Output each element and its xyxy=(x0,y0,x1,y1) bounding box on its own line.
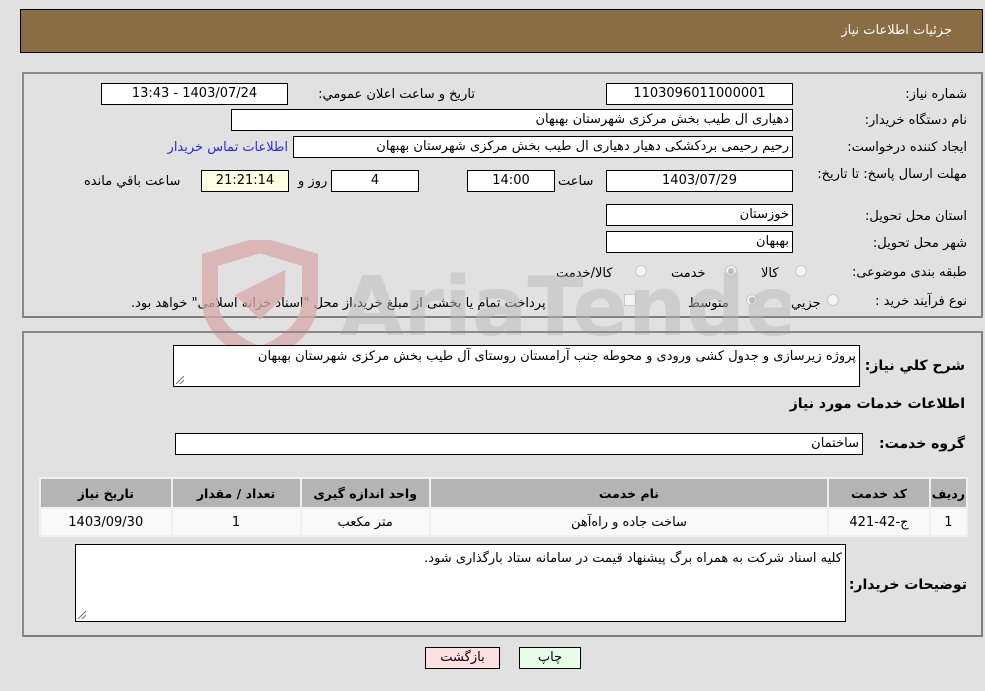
cell-unit: متر مکعب xyxy=(301,509,429,535)
col-header-quantity: تعداد / مقدار xyxy=(172,479,300,507)
cell-quantity: 1 xyxy=(172,509,300,535)
remaining-time-field: 21:21:14 xyxy=(201,170,289,192)
summary-textarea[interactable]: پروژه زیرسازی و جدول کشی ورودی و محوطه ج… xyxy=(173,345,860,387)
category-goods-label: کالا xyxy=(761,266,779,281)
requester-label: ایجاد کننده درخواست: xyxy=(847,140,967,155)
summary-text: پروژه زیرسازی و جدول کشی ورودی و محوطه ج… xyxy=(257,349,856,364)
col-header-row-num: ردیف xyxy=(930,479,966,507)
announce-datetime-field: 1403/07/24 - 13:43 xyxy=(101,83,288,105)
category-service-radio[interactable] xyxy=(725,265,737,277)
page-header: جزئیات اطلاعات نیاز xyxy=(20,9,983,53)
city-label: شهر محل تحویل: xyxy=(872,236,967,251)
service-group-label: گروه خدمت: xyxy=(879,436,965,452)
cell-need-date: 1403/09/30 xyxy=(41,509,171,535)
category-service-label: خدمت xyxy=(671,266,706,281)
process-medium-radio[interactable] xyxy=(746,294,758,306)
buyer-notes-textarea[interactable]: کلیه اسناد شرکت به همراه برگ پیشنهاد قیم… xyxy=(75,544,846,622)
buyer-notes-label: توضیحات خریدار: xyxy=(848,577,967,593)
services-table: ردیف کد خدمت نام خدمت واحد اندازه گیری ت… xyxy=(39,477,968,537)
summary-label: شرح کلي نیاز: xyxy=(864,358,965,374)
col-header-unit: واحد اندازه گیری xyxy=(301,479,429,507)
category-goods-service-radio[interactable] xyxy=(635,265,647,277)
process-label: نوع فرآیند خرید : xyxy=(875,294,967,309)
category-goods-service-label: کالا/خدمت xyxy=(556,266,613,281)
deadline-label: مهلت ارسال پاسخ: تا تاریخ: xyxy=(817,167,967,182)
buyer-org-field: دهیاری ال طیب بخش مرکزی شهرستان بهبهان xyxy=(231,109,793,131)
buyer-org-label: نام دستگاه خریدار: xyxy=(864,113,967,128)
treasury-checkbox[interactable] xyxy=(624,294,636,306)
deadline-time-field: 14:00 xyxy=(467,170,555,192)
table-header-row: ردیف کد خدمت نام خدمت واحد اندازه گیری ت… xyxy=(41,479,966,507)
process-minor-radio[interactable] xyxy=(827,294,839,306)
remaining-label: ساعت باقي مانده xyxy=(84,174,181,189)
page-title: جزئیات اطلاعات نیاز xyxy=(841,23,952,38)
city-field: بهبهان xyxy=(606,231,793,253)
cell-service-code: ج-42-421 xyxy=(829,509,929,535)
cell-row-num: 1 xyxy=(930,509,966,535)
resize-grip-icon[interactable] xyxy=(176,376,184,384)
need-number-field: 1103096011000001 xyxy=(606,83,793,105)
category-goods-radio[interactable] xyxy=(795,265,807,277)
buyer-contact-link[interactable]: اطلاعات تماس خریدار xyxy=(168,140,288,155)
announce-datetime-label: تاریخ و ساعت اعلان عمومي: xyxy=(318,87,475,102)
cell-service-name: ساخت جاده و راه‌آهن xyxy=(430,509,828,535)
treasury-note: پرداخت تمام یا بخشی از مبلغ خرید،از محل … xyxy=(131,296,546,311)
print-button[interactable]: چاپ xyxy=(519,647,581,669)
buyer-notes-text: کلیه اسناد شرکت به همراه برگ پیشنهاد قیم… xyxy=(424,551,842,566)
province-label: استان محل تحویل: xyxy=(865,209,967,224)
deadline-time-label: ساعت xyxy=(558,174,594,189)
col-header-need-date: تاریخ نیاز xyxy=(41,479,171,507)
resize-grip-icon[interactable] xyxy=(78,611,86,619)
process-medium-label: متوسط xyxy=(688,296,729,311)
category-label: طبقه بندی موضوعی: xyxy=(851,265,967,280)
col-header-service-name: نام خدمت xyxy=(430,479,828,507)
service-group-field: ساختمان xyxy=(175,433,863,455)
services-section-title: اطلاعات خدمات مورد نیاز xyxy=(789,396,965,412)
deadline-date-field: 1403/07/29 xyxy=(606,170,793,192)
province-field: خوزستان xyxy=(606,204,793,226)
table-row: 1 ج-42-421 ساخت جاده و راه‌آهن متر مکعب … xyxy=(41,509,966,535)
need-number-label: شماره نیاز: xyxy=(905,87,967,102)
remaining-days-field: 4 xyxy=(331,170,419,192)
process-minor-label: جزيي xyxy=(791,296,821,311)
requester-field: رحیم رحیمی بردکشکی دهیار دهیاری ال طیب ب… xyxy=(293,136,793,158)
col-header-service-code: کد خدمت xyxy=(829,479,929,507)
back-button[interactable]: بازگشت xyxy=(425,647,500,669)
days-label: روز و xyxy=(298,174,328,189)
